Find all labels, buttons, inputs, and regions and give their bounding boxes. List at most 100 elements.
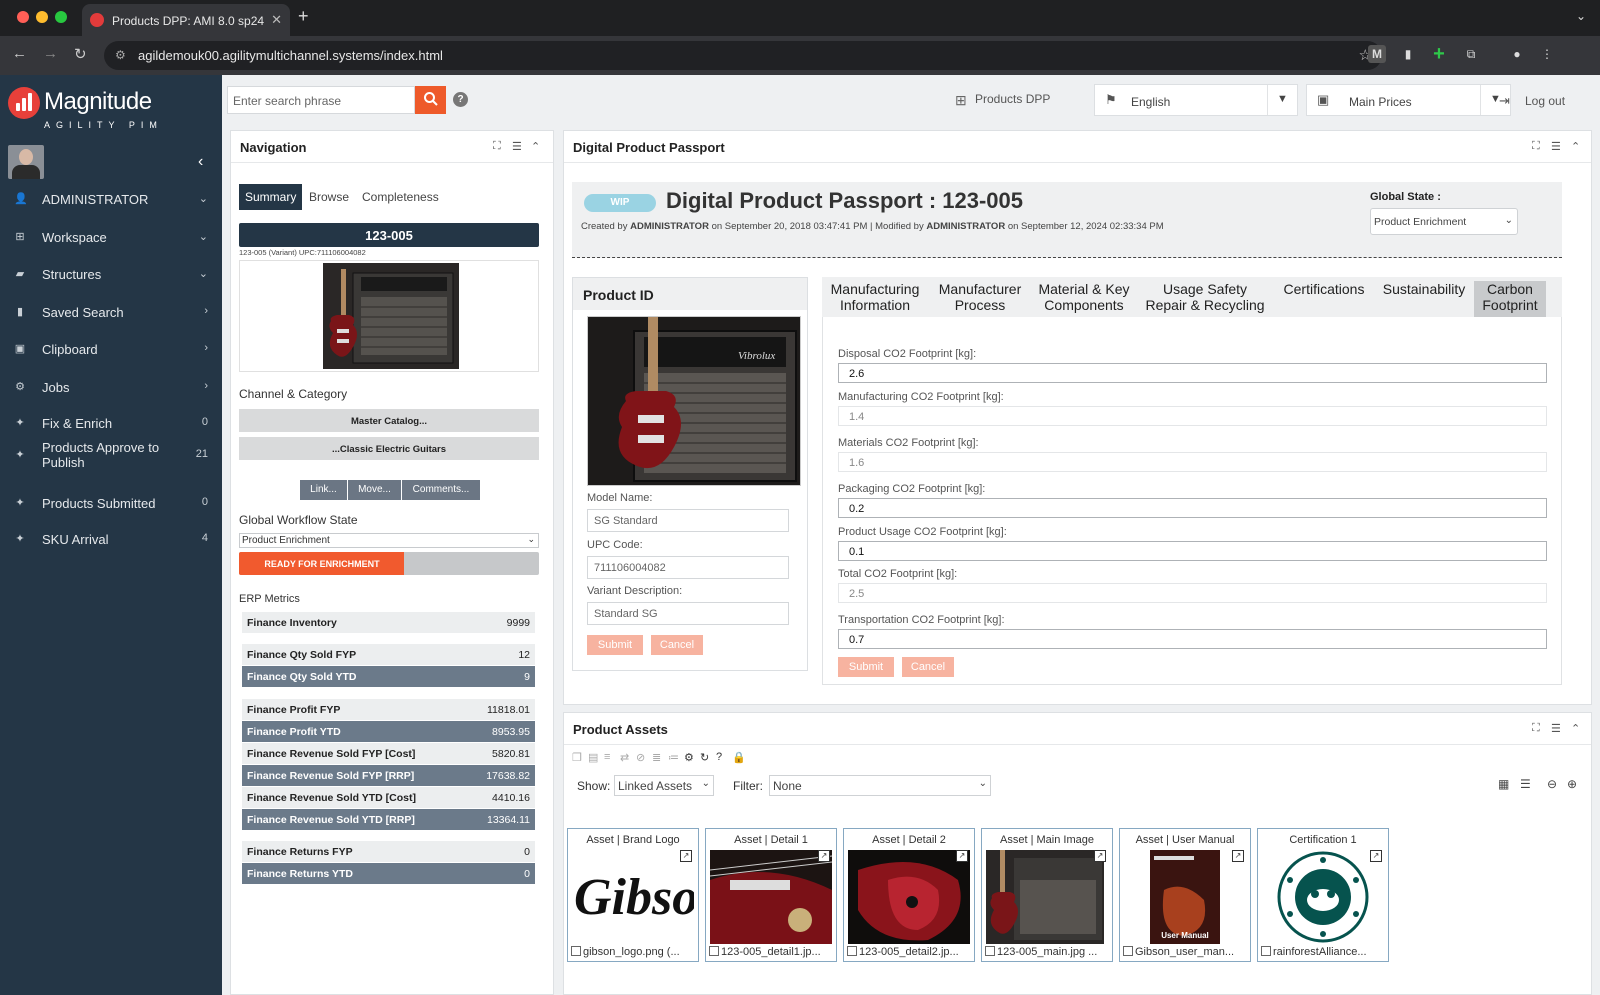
channel-path-category[interactable]: ...Classic Electric Guitars (239, 437, 539, 460)
sidebar-item-products-approve-to-publish[interactable]: ✦ Products Approve to Publish 21 (0, 439, 222, 473)
product-main-image[interactable]: Vibrolux (587, 316, 801, 486)
open-external-icon[interactable]: ↗ (1094, 850, 1106, 862)
maximize-window-button[interactable] (55, 11, 67, 23)
filter-select[interactable]: None ⌄ (769, 775, 991, 796)
unlink-icon[interactable]: ⊘ (636, 751, 645, 764)
profile-icon[interactable]: ● (1508, 45, 1526, 63)
carbon-field-input[interactable]: 0.7 (838, 629, 1547, 649)
asset-checkbox[interactable] (571, 946, 581, 956)
asset-card[interactable]: Asset | Main Image ↗ 123-005_main.jpg ... (981, 828, 1113, 962)
asset-thumbnail[interactable] (848, 850, 970, 944)
sidebar-item-workspace[interactable]: ⊞ Workspace ⌄ (0, 221, 222, 255)
tab-carbon-footprint[interactable]: Carbon Footprint (1474, 281, 1546, 317)
field-input[interactable]: 711106004082 (587, 556, 789, 579)
tab-summary[interactable]: Summary (239, 184, 303, 210)
asset-thumbnail[interactable]: User Manual (1124, 850, 1246, 944)
carbon-field-input[interactable]: 0.2 (838, 498, 1547, 518)
extensions-puzzle-icon[interactable]: ⧉ (1462, 45, 1480, 63)
submit-button[interactable]: Submit (838, 657, 894, 677)
asset-thumbnail[interactable] (1262, 850, 1384, 944)
carbon-field-input[interactable]: 2.5 (838, 583, 1547, 603)
asset-card[interactable]: Asset | Brand Logo Gibson ↗ gibson_logo.png… (567, 828, 699, 962)
site-settings-icon[interactable]: ⚙ (115, 48, 126, 62)
open-external-icon[interactable]: ↗ (680, 850, 692, 862)
panel-menu-icon[interactable]: ☰ (1551, 722, 1561, 735)
add-list-icon[interactable]: ≡ (604, 751, 610, 763)
sidebar-item-saved-search[interactable]: ▮ Saved Search › (0, 296, 222, 330)
sidebar-item-structures[interactable]: ▰ Structures ⌄ (0, 258, 222, 292)
asset-checkbox[interactable] (1123, 946, 1133, 956)
avatar[interactable] (8, 145, 44, 179)
search-button[interactable] (415, 86, 446, 114)
submit-button[interactable]: Submit (587, 635, 643, 655)
carbon-field-input[interactable]: 1.6 (838, 452, 1547, 472)
swap-icon[interactable]: ⇄ (620, 751, 629, 764)
open-external-icon[interactable]: ↗ (1370, 850, 1382, 862)
collapse-panel-icon[interactable]: ⌃ (1571, 140, 1580, 153)
cancel-button[interactable]: Cancel (902, 657, 954, 677)
list-view-icon[interactable]: ☰ (1520, 777, 1531, 791)
reload-icon[interactable]: ↻ (74, 45, 87, 63)
sidebar-item-sku-arrival[interactable]: ✦ SKU Arrival 4 (0, 523, 222, 557)
tab-completeness[interactable]: Completeness (356, 184, 445, 210)
global-state-select[interactable]: Product Enrichment ⌄ (1370, 208, 1518, 235)
close-window-button[interactable] (17, 11, 29, 23)
url-field[interactable]: ⚙ agildemouk00.agilitymultichannel.syste… (104, 41, 1382, 70)
carbon-field-input[interactable]: 1.4 (838, 406, 1547, 426)
tab-usage-safety-repair-recycling[interactable]: Usage Safety Repair & Recycling (1136, 281, 1274, 317)
new-tab-icon[interactable]: + (298, 6, 309, 27)
asset-checkbox[interactable] (985, 946, 995, 956)
field-input[interactable]: Standard SG (587, 602, 789, 625)
copy-icon[interactable]: ❐ (572, 751, 582, 764)
zoom-out-icon[interactable]: ⊖ (1547, 777, 1557, 791)
back-arrow-icon[interactable]: ← (12, 45, 27, 62)
open-external-icon[interactable]: ↗ (818, 850, 830, 862)
logout-button[interactable]: ⇥ Log out (1499, 93, 1565, 108)
sidebar-item-fix-enrich[interactable]: ✦ Fix & Enrich 0 (0, 407, 222, 441)
link-button[interactable]: Link... (300, 480, 348, 500)
grid-view-icon[interactable]: ▦ (1498, 777, 1509, 791)
context-selector[interactable]: ⊞ Products DPP (955, 92, 1050, 108)
field-input[interactable]: SG Standard (587, 509, 789, 532)
extension-m-icon[interactable]: M (1368, 45, 1386, 63)
tab-search-chevron-icon[interactable]: ⌄ (1576, 9, 1586, 23)
search-input[interactable]: Enter search phrase (227, 86, 415, 114)
open-external-icon[interactable]: ↗ (956, 850, 968, 862)
comments-button[interactable]: Comments... (402, 480, 481, 500)
tab-sustainability[interactable]: Sustainability (1374, 281, 1474, 317)
asset-card[interactable]: Asset | Detail 2 ↗ 123-005_detail2.jp... (843, 828, 975, 962)
settings-icon[interactable]: ⚙ (684, 751, 694, 764)
show-select[interactable]: Linked Assets ⌄ (614, 775, 714, 796)
help-icon[interactable]: ? (453, 92, 468, 107)
expand-panel-icon[interactable]: ⛶ (493, 140, 501, 153)
asset-thumbnail[interactable] (710, 850, 832, 944)
move-button[interactable]: Move... (348, 480, 402, 500)
product-thumbnail[interactable] (239, 260, 539, 372)
tab-manufacturer-process[interactable]: Manufacturer Process (928, 281, 1032, 317)
panel-menu-icon[interactable]: ☰ (1551, 140, 1561, 153)
extension-plus-icon[interactable]: + (1430, 44, 1448, 64)
browser-menu-icon[interactable]: ⋮ (1538, 45, 1556, 63)
asset-checkbox[interactable] (1261, 946, 1271, 956)
language-select[interactable]: ⚑ English ▼ (1094, 84, 1298, 116)
open-external-icon[interactable]: ↗ (1232, 850, 1244, 862)
sidebar-item-jobs[interactable]: ⚙ Jobs › (0, 371, 222, 405)
asset-card[interactable]: Asset | Detail 1 ↗ 123-005_detail1.jp... (705, 828, 837, 962)
edit-list-icon[interactable]: ≔ (668, 751, 679, 764)
sidebar-item-administrator[interactable]: 👤 ADMINISTRATOR ⌄ (0, 183, 222, 217)
sidebar-item-clipboard[interactable]: ▣ Clipboard › (0, 333, 222, 367)
browser-tab[interactable]: Products DPP: AMI 8.0 sp24 ✕ (82, 4, 290, 36)
collapse-panel-icon[interactable]: ⌃ (1571, 722, 1580, 735)
asset-checkbox[interactable] (847, 946, 857, 956)
collapse-panel-icon[interactable]: ⌃ (531, 140, 540, 153)
workflow-state-select[interactable]: Product Enrichment ⌄ (239, 533, 539, 548)
collapse-sidebar-icon[interactable]: ‹ (198, 153, 203, 171)
minimize-window-button[interactable] (36, 11, 48, 23)
expand-panel-icon[interactable]: ⛶ (1532, 722, 1540, 735)
carbon-field-input[interactable]: 0.1 (838, 541, 1547, 561)
price-list-select[interactable]: ▣ Main Prices ▼ (1306, 84, 1511, 116)
asset-thumbnail[interactable] (986, 850, 1108, 944)
help-icon[interactable]: ? (716, 751, 722, 763)
panel-menu-icon[interactable]: ☰ (512, 140, 522, 153)
chevron-down-icon[interactable]: ▼ (1267, 85, 1297, 115)
